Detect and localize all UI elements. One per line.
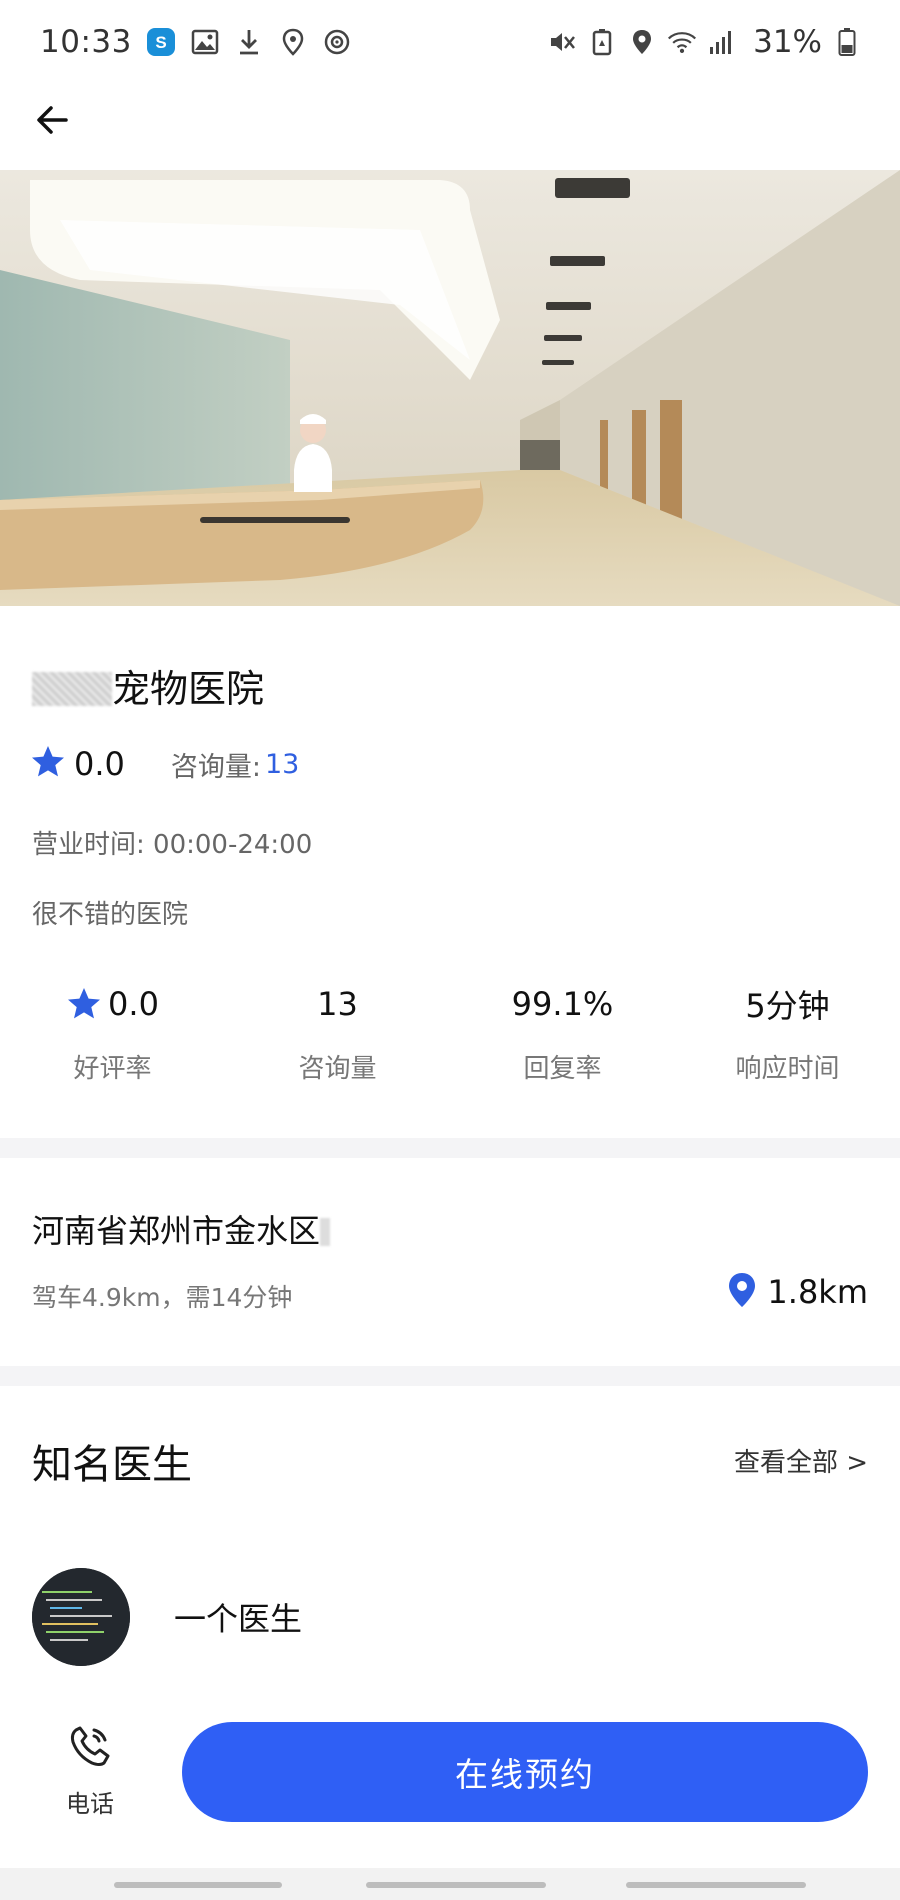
- section-divider: [0, 1366, 900, 1386]
- bottom-action-bar: 电话 在线预约: [0, 1700, 900, 1870]
- view-all-link[interactable]: 查看全部 >: [734, 1442, 868, 1479]
- doctors-heading: 知名医生: [32, 1442, 192, 1488]
- phone-label: 电话: [66, 1790, 114, 1818]
- avatar: [32, 1568, 130, 1666]
- wifi-icon: [667, 27, 697, 57]
- svg-text:S: S: [155, 33, 166, 52]
- stat-label: 好评率: [73, 1054, 152, 1084]
- gps-icon: [627, 27, 657, 57]
- star-icon: [66, 986, 102, 1022]
- map-pin-icon: [727, 1272, 757, 1312]
- rating-row: 0.0 咨询量: 13: [30, 744, 299, 784]
- arrow-left-icon: [32, 100, 72, 144]
- section-divider: [0, 1138, 900, 1158]
- doctor-list-item[interactable]: 一个医生: [32, 1568, 302, 1666]
- mute-icon: [547, 27, 577, 57]
- stats-row: 0.0 好评率 13 咨询量 99.1% 回复率 5分钟 响应时间: [0, 976, 900, 1106]
- business-hours: 营业时间: 00:00-24:00: [32, 830, 313, 860]
- stat-label: 响应时间: [735, 1054, 840, 1084]
- consult-count: 13: [265, 748, 300, 780]
- system-nav-bar: [0, 1868, 900, 1900]
- redacted-address-suffix: [320, 1218, 331, 1246]
- hospital-name: 宠物医院: [32, 658, 264, 713]
- stat-reply-rate: 99.1% 回复率: [450, 976, 675, 1106]
- book-online-button[interactable]: 在线预约: [182, 1722, 868, 1822]
- doctor-name: 一个医生: [174, 1600, 303, 1638]
- stat-label: 咨询量: [298, 1054, 377, 1084]
- download-icon: [234, 27, 264, 57]
- stat-value: 99.1%: [511, 985, 614, 1023]
- distance-button[interactable]: 1.8km: [727, 1272, 868, 1312]
- status-bar: 10:33 S 31%: [0, 0, 900, 84]
- signal-icon: [707, 27, 737, 57]
- location-pin-icon: [278, 27, 308, 57]
- status-time: 10:33: [40, 24, 132, 60]
- phone-icon: [66, 1722, 114, 1774]
- app-s-icon: S: [146, 27, 176, 57]
- stat-value: 0.0: [108, 985, 159, 1023]
- stat-value: 13: [317, 985, 358, 1023]
- stat-label: 回复率: [523, 1054, 602, 1084]
- nav-recent-handle[interactable]: [114, 1882, 282, 1888]
- star-icon: [30, 744, 66, 784]
- nav-home-handle[interactable]: [366, 1882, 546, 1888]
- redacted-name-prefix: [32, 672, 112, 706]
- rating-value: 0.0: [74, 745, 125, 783]
- top-nav: [0, 84, 900, 170]
- hospital-description: 很不错的医院: [32, 900, 189, 930]
- stat-consults: 13 咨询量: [225, 976, 450, 1106]
- address-title[interactable]: 河南省郑州市金水区: [32, 1206, 331, 1252]
- nav-back-handle[interactable]: [626, 1882, 806, 1888]
- hospital-photo: [0, 170, 900, 606]
- back-button[interactable]: [28, 98, 76, 146]
- battery-saver-icon: [587, 27, 617, 57]
- stat-value: 5分钟: [745, 987, 830, 1025]
- phone-button[interactable]: 电话: [50, 1722, 130, 1832]
- battery-icon: [832, 27, 862, 57]
- drive-info: 驾车4.9km，需14分钟: [32, 1283, 293, 1312]
- battery-percent: 31%: [753, 24, 822, 60]
- consult-label: 咨询量:: [170, 751, 261, 783]
- gallery-icon: [190, 27, 220, 57]
- stat-response-time: 5分钟 响应时间: [675, 976, 900, 1106]
- sync-icon: [322, 27, 352, 57]
- stat-rating: 0.0 好评率: [0, 976, 225, 1106]
- distance-value: 1.8km: [767, 1273, 868, 1311]
